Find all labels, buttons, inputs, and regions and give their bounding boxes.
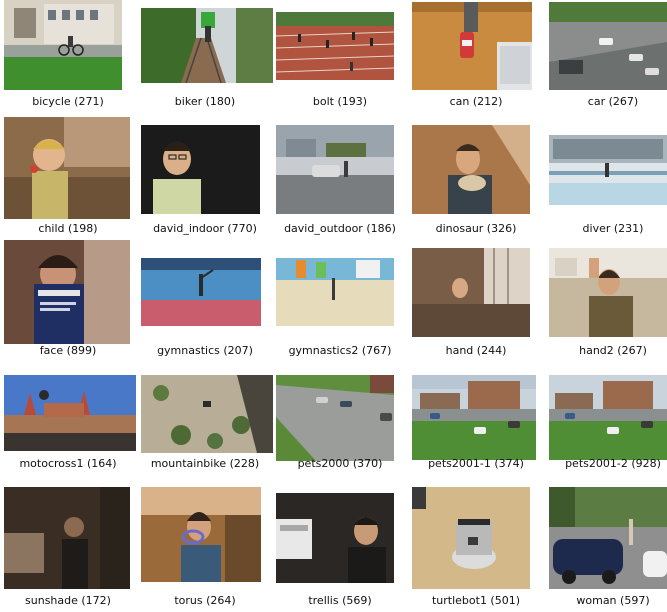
can-thumbnail: [412, 2, 532, 90]
turtlebot1-caption: turtlebot1 (501): [431, 594, 521, 607]
dinosaur-thumbnail: [412, 125, 530, 214]
car-thumbnail: [549, 2, 667, 90]
mountainbike-thumbnail: [141, 375, 273, 453]
woman-caption: woman (597): [576, 594, 650, 607]
bicycle-thumbnail: [4, 0, 122, 90]
pets2000-caption: pets2000 (370): [297, 457, 383, 470]
car-caption: car (267): [587, 95, 639, 108]
bolt-caption: bolt (193): [312, 95, 368, 108]
pets2001-1-caption: pets2001-1 (374): [428, 457, 524, 470]
sunshade-caption: sunshade (172): [25, 594, 111, 607]
face-thumbnail: [4, 240, 130, 344]
pets2001-1-thumbnail: [412, 375, 536, 460]
trellis-caption: trellis (569): [308, 594, 372, 607]
child-thumbnail: [4, 117, 130, 219]
trellis-thumbnail: [276, 493, 394, 583]
biker-thumbnail: [141, 8, 273, 83]
face-caption: face (899): [39, 344, 97, 357]
david_outdoor-thumbnail: [276, 125, 394, 214]
gymnastics-thumbnail: [141, 258, 261, 326]
motocross1-thumbnail: [4, 375, 136, 451]
hand2-caption: hand2 (267): [579, 344, 647, 357]
gymnastics2-caption: gymnastics2 (767): [288, 344, 392, 357]
turtlebot1-thumbnail: [412, 487, 530, 589]
hand-caption: hand (244): [445, 344, 507, 357]
gymnastics-caption: gymnastics (207): [157, 344, 253, 357]
pets2000-thumbnail: [276, 375, 394, 461]
torus-thumbnail: [141, 487, 261, 582]
dinosaur-caption: dinosaur (326): [435, 222, 517, 235]
woman-thumbnail: [549, 487, 667, 589]
motocross1-caption: motocross1 (164): [19, 457, 117, 470]
torus-caption: torus (264): [174, 594, 236, 607]
bicycle-caption: bicycle (271): [32, 95, 104, 108]
gymnastics2-thumbnail: [276, 258, 394, 326]
david_outdoor-caption: david_outdoor (186): [284, 222, 396, 235]
david_indoor-caption: david_indoor (770): [153, 222, 257, 235]
biker-caption: biker (180): [174, 95, 236, 108]
diver-caption: diver (231): [582, 222, 644, 235]
pets2001-2-caption: pets2001-2 (928): [565, 457, 661, 470]
hand2-thumbnail: [549, 248, 667, 337]
pets2001-2-thumbnail: [549, 375, 667, 460]
bolt-thumbnail: [276, 12, 394, 80]
can-caption: can (212): [449, 95, 503, 108]
sunshade-thumbnail: [4, 487, 130, 589]
diver-thumbnail: [549, 135, 667, 205]
sequence-gallery: bicycle (271) biker (180) bolt (193) can…: [4, 0, 667, 612]
mountainbike-caption: mountainbike (228): [150, 457, 260, 470]
david_indoor-thumbnail: [141, 125, 260, 214]
child-caption: child (198): [38, 222, 98, 235]
hand-thumbnail: [412, 248, 530, 337]
